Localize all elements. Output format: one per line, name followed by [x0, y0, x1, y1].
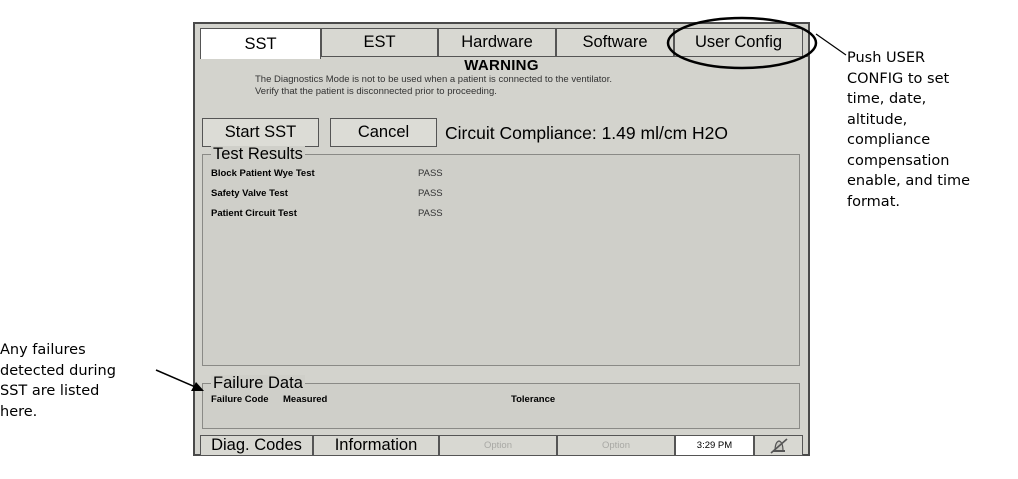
warning-text: The Diagnostics Mode is not to be used w… — [255, 74, 612, 85]
test-name: Block Patient Wye Test — [211, 168, 315, 179]
callout-line: format. — [847, 193, 900, 210]
test-name: Safety Valve Test — [211, 188, 288, 199]
callout-failure-data: Any failures detected during SST are lis… — [0, 340, 160, 422]
test-name: Patient Circuit Test — [211, 208, 297, 219]
tab-est[interactable]: EST — [321, 28, 438, 57]
test-results-panel: Test Results Block Patient Wye Test PASS… — [202, 146, 800, 366]
callout-line: Any failures — [0, 342, 86, 358]
circuit-compliance-readout: Circuit Compliance: 1.49 ml/cm H2O — [445, 123, 728, 143]
option-button: Option — [557, 435, 675, 456]
test-status: PASS — [418, 168, 443, 179]
column-header: Tolerance — [511, 394, 556, 405]
clock: 3:29 PM — [675, 435, 754, 456]
option-button: Option — [439, 435, 557, 456]
callout-line: here. — [0, 403, 38, 420]
ventilator-screen: SST EST Hardware Software User Config WA… — [193, 22, 810, 456]
tab-hardware[interactable]: Hardware — [438, 28, 556, 57]
diag-codes-button[interactable]: Diag. Codes — [200, 435, 313, 456]
warning-text: Verify that the patient is disconnected … — [255, 86, 497, 97]
warning-title: WARNING — [464, 57, 539, 74]
callout-line: compliance — [847, 132, 931, 148]
column-header: Measured — [283, 394, 328, 405]
callout-line: altitude, — [847, 111, 908, 128]
test-status: PASS — [418, 208, 443, 219]
start-sst-button[interactable]: Start SST — [202, 118, 319, 147]
callout-leader-line — [815, 33, 847, 56]
tab-user-config[interactable]: User Config — [674, 28, 803, 57]
tab-sst[interactable]: SST — [200, 28, 321, 59]
callout-user-config: Push USER CONFIG to set time, date, alti… — [847, 48, 1012, 212]
callout-line: enable, and time — [847, 173, 971, 189]
failure-data-panel: Failure Data Failure Code Measured Toler… — [202, 375, 800, 429]
cancel-button[interactable]: Cancel — [330, 118, 437, 147]
callout-line: compensation — [847, 152, 950, 169]
callout-line: SST are listed — [0, 383, 100, 399]
bell-slash-icon — [769, 437, 788, 454]
information-button[interactable]: Information — [313, 435, 439, 456]
alarm-silence-button[interactable] — [754, 435, 803, 456]
callout-line: detected during — [0, 362, 116, 379]
test-status: PASS — [418, 188, 443, 199]
callout-line: time, date, — [847, 91, 927, 107]
callout-line: Push USER — [847, 50, 926, 66]
column-header: Failure Code — [211, 394, 269, 405]
callout-line: CONFIG to set — [847, 70, 950, 87]
tab-software[interactable]: Software — [556, 28, 674, 57]
panel-title: Test Results — [211, 145, 305, 163]
panel-title: Failure Data — [211, 374, 305, 392]
